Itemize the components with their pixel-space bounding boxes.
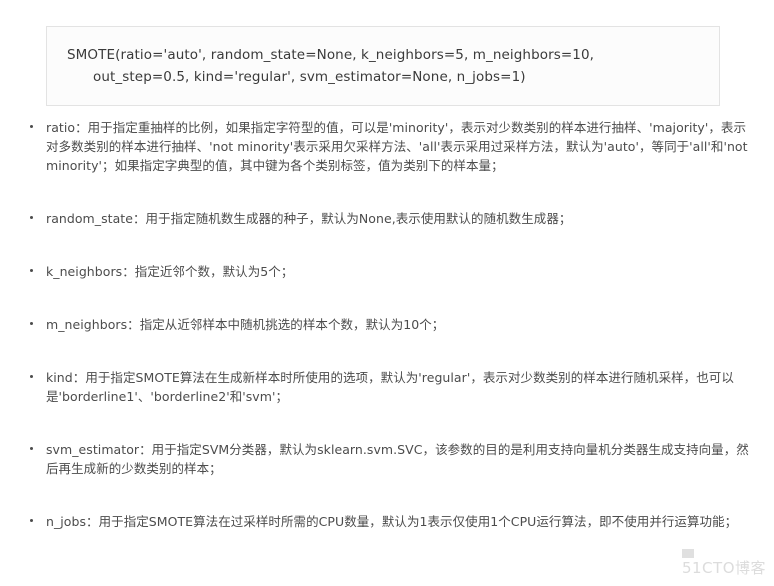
watermark-text: 51CTO博客: [681, 559, 766, 577]
bullet-dot-icon: [30, 375, 33, 378]
bullet-dot-icon: [30, 447, 33, 450]
bullet-dot-icon: [30, 216, 33, 219]
bullet-dot-icon: [30, 322, 33, 325]
parameter-description-kind: kind：用于指定SMOTE算法在生成新样本时所使用的选项，默认为'regula…: [46, 370, 734, 404]
parameter-description-m-neighbors: m_neighbors：指定从近邻样本中随机挑选的样本个数，默认为10个；: [46, 317, 445, 332]
code-line-2: out_step=0.5, kind='regular', svm_estima…: [93, 69, 526, 85]
list-item: random_state：用于指定随机数生成器的种子，默认为None,表示使用默…: [0, 209, 774, 228]
list-item: kind：用于指定SMOTE算法在生成新样本时所使用的选项，默认为'regula…: [0, 368, 774, 406]
list-item: k_neighbors：指定近邻个数，默认为5个；: [0, 262, 774, 281]
bullet-dot-icon: [30, 125, 33, 128]
bullet-dot-icon: [30, 269, 33, 272]
list-item: m_neighbors：指定从近邻样本中随机挑选的样本个数，默认为10个；: [0, 315, 774, 334]
parameter-description-ratio: ratio：用于指定重抽样的比例，如果指定字符型的值，可以是'minority'…: [46, 120, 748, 173]
code-signature-block: SMOTE(ratio='auto', random_state=None, k…: [46, 26, 720, 106]
list-item: ratio：用于指定重抽样的比例，如果指定字符型的值，可以是'minority'…: [0, 118, 774, 175]
parameter-list: ratio：用于指定重抽样的比例，如果指定字符型的值，可以是'minority'…: [0, 118, 774, 531]
parameter-description-k-neighbors: k_neighbors：指定近邻个数，默认为5个；: [46, 264, 294, 279]
bullet-dot-icon: [30, 519, 33, 522]
code-line-1: SMOTE(ratio='auto', random_state=None, k…: [67, 47, 595, 63]
list-item: svm_estimator：用于指定SVM分类器，默认为sklearn.svm.…: [0, 440, 774, 478]
parameter-description-n-jobs: n_jobs：用于指定SMOTE算法在过采样时所需的CPU数量，默认为1表示仅使…: [46, 514, 738, 529]
parameter-description-random-state: random_state：用于指定随机数生成器的种子，默认为None,表示使用默…: [46, 211, 572, 226]
parameter-description-svm-estimator: svm_estimator：用于指定SVM分类器，默认为sklearn.svm.…: [46, 442, 749, 476]
list-item: n_jobs：用于指定SMOTE算法在过采样时所需的CPU数量，默认为1表示仅使…: [0, 512, 774, 531]
document-page: SMOTE(ratio='auto', random_state=None, k…: [0, 0, 774, 586]
